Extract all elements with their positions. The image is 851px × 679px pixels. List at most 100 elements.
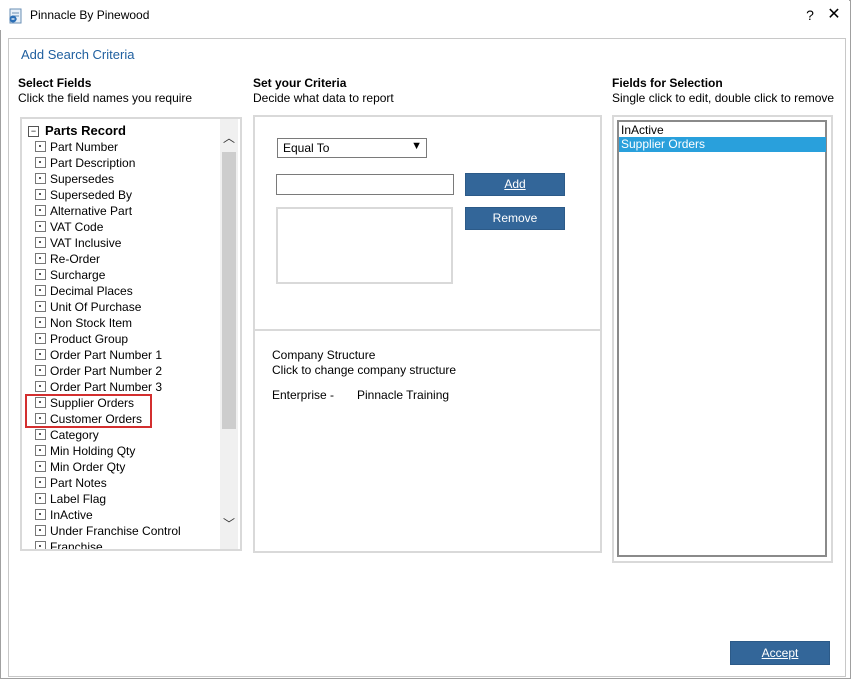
remove-button-label: Remove bbox=[492, 211, 538, 225]
selection-subtitle: Single click to edit, double click to re… bbox=[612, 91, 835, 105]
field-tree-scrollbar[interactable]: ︿ ﹀ bbox=[220, 119, 238, 549]
field-item-label: Non Stock Item bbox=[50, 316, 133, 330]
field-item-label: Supersedes bbox=[50, 172, 115, 186]
operator-select-value: Equal To bbox=[283, 141, 330, 155]
field-node-icon bbox=[35, 173, 46, 184]
field-item-label: Order Part Number 2 bbox=[50, 364, 163, 378]
field-item[interactable]: Alternative Part bbox=[35, 203, 181, 219]
scroll-down-icon[interactable]: ﹀ bbox=[220, 517, 238, 531]
field-item[interactable]: Superseded By bbox=[35, 187, 181, 203]
field-item-label: Franchise bbox=[50, 540, 103, 551]
selection-title: Fields for Selection bbox=[612, 76, 723, 90]
criteria-subtitle: Decide what data to report bbox=[253, 91, 394, 105]
field-node-icon bbox=[35, 269, 46, 280]
add-button[interactable]: Add bbox=[465, 173, 565, 196]
field-item[interactable]: Re-Order bbox=[35, 251, 181, 267]
field-item-label: Surcharge bbox=[50, 268, 106, 282]
field-item[interactable]: Order Part Number 1 bbox=[35, 347, 181, 363]
field-node-icon bbox=[35, 509, 46, 520]
field-item[interactable]: Under Franchise Control bbox=[35, 523, 181, 539]
field-item[interactable]: Label Flag bbox=[35, 491, 181, 507]
field-item[interactable]: Product Group bbox=[35, 331, 181, 347]
field-item-label: VAT Code bbox=[50, 220, 104, 234]
pinnacle-app-icon bbox=[9, 8, 22, 24]
field-node-icon bbox=[35, 237, 46, 248]
field-item-label: Decimal Places bbox=[50, 284, 133, 298]
select-fields-title: Select Fields bbox=[18, 76, 92, 90]
field-item-label: Superseded By bbox=[50, 188, 133, 202]
field-item-label: Order Part Number 1 bbox=[50, 348, 163, 362]
field-item[interactable]: Part Number bbox=[35, 139, 181, 155]
accept-button[interactable]: Accept bbox=[730, 641, 830, 665]
field-node-icon bbox=[35, 317, 46, 328]
field-item[interactable]: Decimal Places bbox=[35, 283, 181, 299]
selection-list[interactable] bbox=[617, 120, 827, 557]
tree-root-parts-record[interactable]: − Parts Record bbox=[28, 123, 126, 138]
collapse-icon[interactable]: − bbox=[28, 126, 39, 137]
field-item[interactable]: Part Notes bbox=[35, 475, 181, 491]
field-item-label: Order Part Number 3 bbox=[50, 380, 163, 394]
field-node-icon bbox=[35, 541, 46, 549]
enterprise-value[interactable]: Pinnacle Training bbox=[357, 388, 449, 402]
field-item-label: Label Flag bbox=[50, 492, 107, 506]
close-button[interactable]: ✕ bbox=[822, 4, 846, 26]
page-title: Add Search Criteria bbox=[21, 47, 135, 62]
field-node-icon bbox=[35, 221, 46, 232]
field-item[interactable]: VAT Inclusive bbox=[35, 235, 181, 251]
field-item-label: Under Franchise Control bbox=[50, 524, 181, 538]
field-node-icon bbox=[35, 205, 46, 216]
add-button-label: Add bbox=[504, 177, 526, 191]
field-item-label: InActive bbox=[50, 508, 93, 522]
field-item[interactable]: Unit Of Purchase bbox=[35, 299, 181, 315]
field-item-label: Min Holding Qty bbox=[50, 444, 136, 458]
field-item[interactable]: Min Order Qty bbox=[35, 459, 181, 475]
field-item[interactable]: Order Part Number 2 bbox=[35, 363, 181, 379]
accept-button-label: Accept bbox=[761, 646, 799, 660]
select-fields-subtitle: Click the field names you require bbox=[18, 91, 193, 105]
field-item[interactable]: Surcharge bbox=[35, 267, 181, 283]
field-node-icon bbox=[35, 461, 46, 472]
operator-select[interactable]: Equal To ▼ bbox=[277, 138, 427, 158]
field-node-icon bbox=[35, 349, 46, 360]
field-item[interactable]: Non Stock Item bbox=[35, 315, 181, 331]
field-item-label: Part Description bbox=[50, 156, 136, 170]
enterprise-label: Enterprise - bbox=[272, 388, 335, 402]
company-structure-subtitle: Click to change company structure bbox=[272, 363, 457, 377]
field-node-icon bbox=[35, 477, 46, 488]
field-item-label: Product Group bbox=[50, 332, 129, 346]
annotation-highlight-box bbox=[25, 394, 152, 428]
selection-item-selected[interactable]: Supplier Orders bbox=[619, 137, 826, 152]
field-node-icon bbox=[35, 365, 46, 376]
window-title: Pinnacle By Pinewood bbox=[30, 8, 150, 22]
field-item[interactable]: Category bbox=[35, 427, 181, 443]
field-item[interactable]: Part Description bbox=[35, 155, 181, 171]
field-item-label: Min Order Qty bbox=[50, 460, 126, 474]
field-node-icon bbox=[35, 253, 46, 264]
field-node-icon bbox=[35, 157, 46, 168]
field-item[interactable]: Order Part Number 3 bbox=[35, 379, 181, 395]
criteria-values-list[interactable] bbox=[276, 207, 453, 284]
field-list: Part Number Part Description Supersedes Sup… bbox=[35, 139, 181, 551]
field-item[interactable]: Franchise bbox=[35, 539, 181, 551]
field-item[interactable]: InActive bbox=[35, 507, 181, 523]
remove-button[interactable]: Remove bbox=[465, 207, 565, 230]
help-button[interactable]: ? bbox=[798, 4, 822, 26]
field-item-label: VAT Inclusive bbox=[50, 236, 122, 250]
criteria-title: Set your Criteria bbox=[253, 76, 347, 90]
field-item[interactable]: Supersedes bbox=[35, 171, 181, 187]
field-item[interactable]: Min Holding Qty bbox=[35, 443, 181, 459]
field-node-icon bbox=[35, 141, 46, 152]
field-node-icon bbox=[35, 381, 46, 392]
criteria-value-input[interactable] bbox=[276, 174, 454, 195]
selection-item[interactable]: InActive bbox=[619, 123, 826, 138]
field-item-label: Part Notes bbox=[50, 476, 107, 490]
field-node-icon bbox=[35, 285, 46, 296]
scroll-thumb[interactable] bbox=[222, 152, 236, 429]
scroll-up-icon[interactable]: ︿ bbox=[220, 131, 238, 145]
field-item-label: Part Number bbox=[50, 140, 119, 154]
field-item-label: Unit Of Purchase bbox=[50, 300, 142, 314]
field-node-icon bbox=[35, 301, 46, 312]
field-node-icon bbox=[35, 493, 46, 504]
field-item[interactable]: VAT Code bbox=[35, 219, 181, 235]
field-node-icon bbox=[35, 445, 46, 456]
